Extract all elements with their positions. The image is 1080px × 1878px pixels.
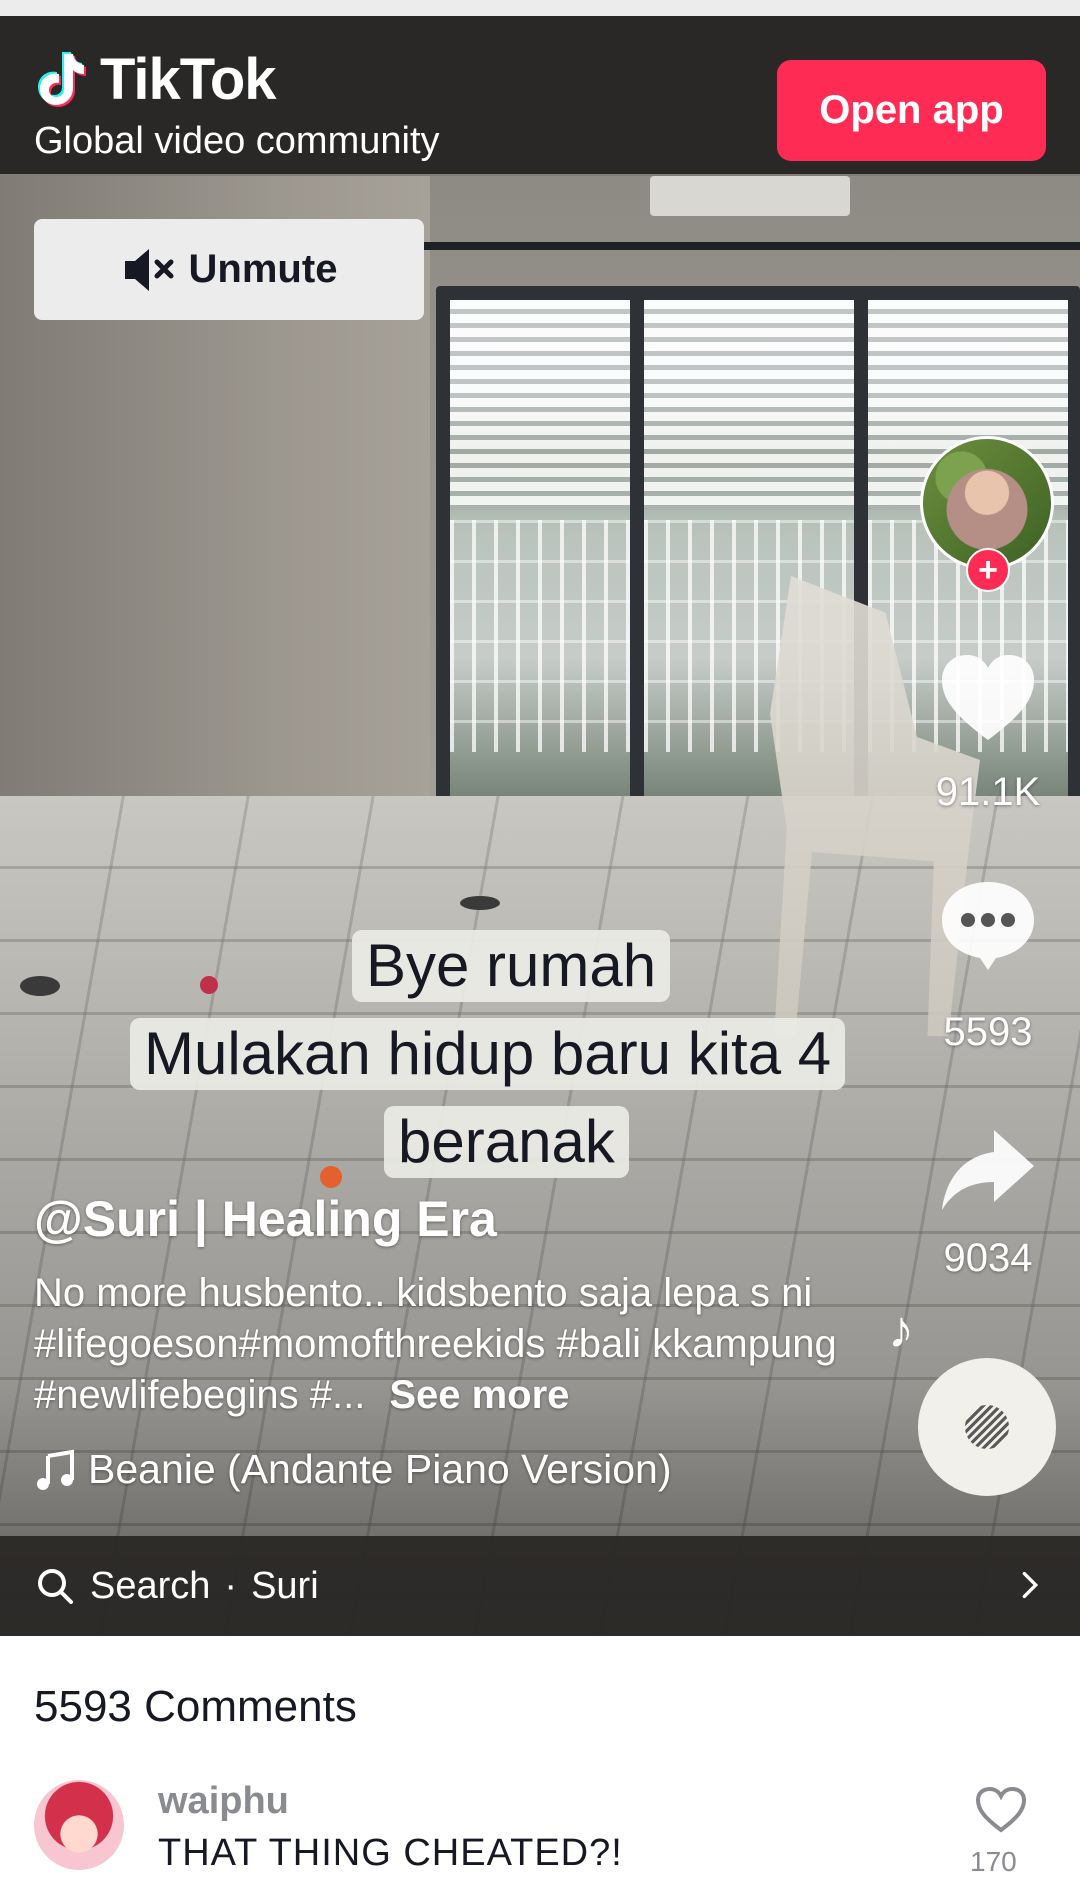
chevron-right-icon <box>1022 1571 1039 1599</box>
unmute-label: Unmute <box>188 247 338 291</box>
speaker-muted-icon <box>124 248 174 291</box>
disc-icon <box>965 1405 1009 1449</box>
video-debris <box>200 976 218 994</box>
comment-like-count: 170 <box>970 1846 1017 1877</box>
brand-subtitle: Global video community <box>34 120 440 162</box>
video-description: No more husbento.. kidsbento saja lepa s… <box>34 1268 894 1421</box>
music-note-icon <box>37 1449 74 1490</box>
tiktok-logo[interactable]: TikTok <box>34 47 277 112</box>
comment-icon[interactable] <box>936 876 1040 972</box>
search-separator: · <box>224 1564 238 1607</box>
music-disc[interactable] <box>918 1358 1056 1496</box>
comment-username[interactable]: waiphu <box>158 1780 289 1823</box>
brand-name: TikTok <box>100 47 277 112</box>
comment-text: THAT THING CHEATED?! <box>158 1832 623 1874</box>
follow-plus-icon[interactable]: + <box>966 548 1010 592</box>
tiktok-note-icon <box>38 52 86 107</box>
heart-icon[interactable] <box>936 650 1040 746</box>
search-label: Search <box>90 1564 211 1607</box>
app-header: TikTok Global video community Open app <box>0 16 1080 174</box>
video-window-pane <box>450 300 630 812</box>
music-title: Beanie (Andante Piano Version) <box>88 1446 672 1492</box>
search-query: Suri <box>251 1564 319 1607</box>
top-strip <box>0 0 1080 16</box>
share-icon[interactable] <box>936 1124 1040 1220</box>
author-name[interactable]: @Suri | Healing Era <box>34 1190 497 1248</box>
search-bar[interactable]: Search · Suri <box>0 1536 1080 1636</box>
video-curtain-rod <box>420 242 1080 250</box>
comments-title: 5593 Comments <box>34 1682 357 1731</box>
heart-outline-icon[interactable] <box>975 1786 1027 1834</box>
comment-count: 5593 <box>943 1010 1033 1054</box>
open-app-button[interactable]: Open app <box>777 60 1046 161</box>
video-debris <box>460 896 500 910</box>
comment-avatar[interactable] <box>34 1780 124 1870</box>
music-link[interactable]: Beanie (Andante Piano Version) <box>34 1446 672 1493</box>
like-count: 91.1K <box>935 770 1041 814</box>
caption-line: Mulakan hidup baru kita 4 <box>130 1018 846 1090</box>
search-icon <box>38 1569 73 1604</box>
video-aircon <box>650 176 850 216</box>
unmute-button[interactable]: Unmute <box>34 219 424 320</box>
caption-line: Bye rumah <box>352 930 671 1002</box>
caption-line: beranak <box>384 1106 629 1178</box>
share-count: 9034 <box>943 1236 1033 1280</box>
video-debris <box>20 976 60 996</box>
video-debris <box>320 1166 342 1188</box>
see-more-link[interactable]: See more <box>389 1373 569 1417</box>
